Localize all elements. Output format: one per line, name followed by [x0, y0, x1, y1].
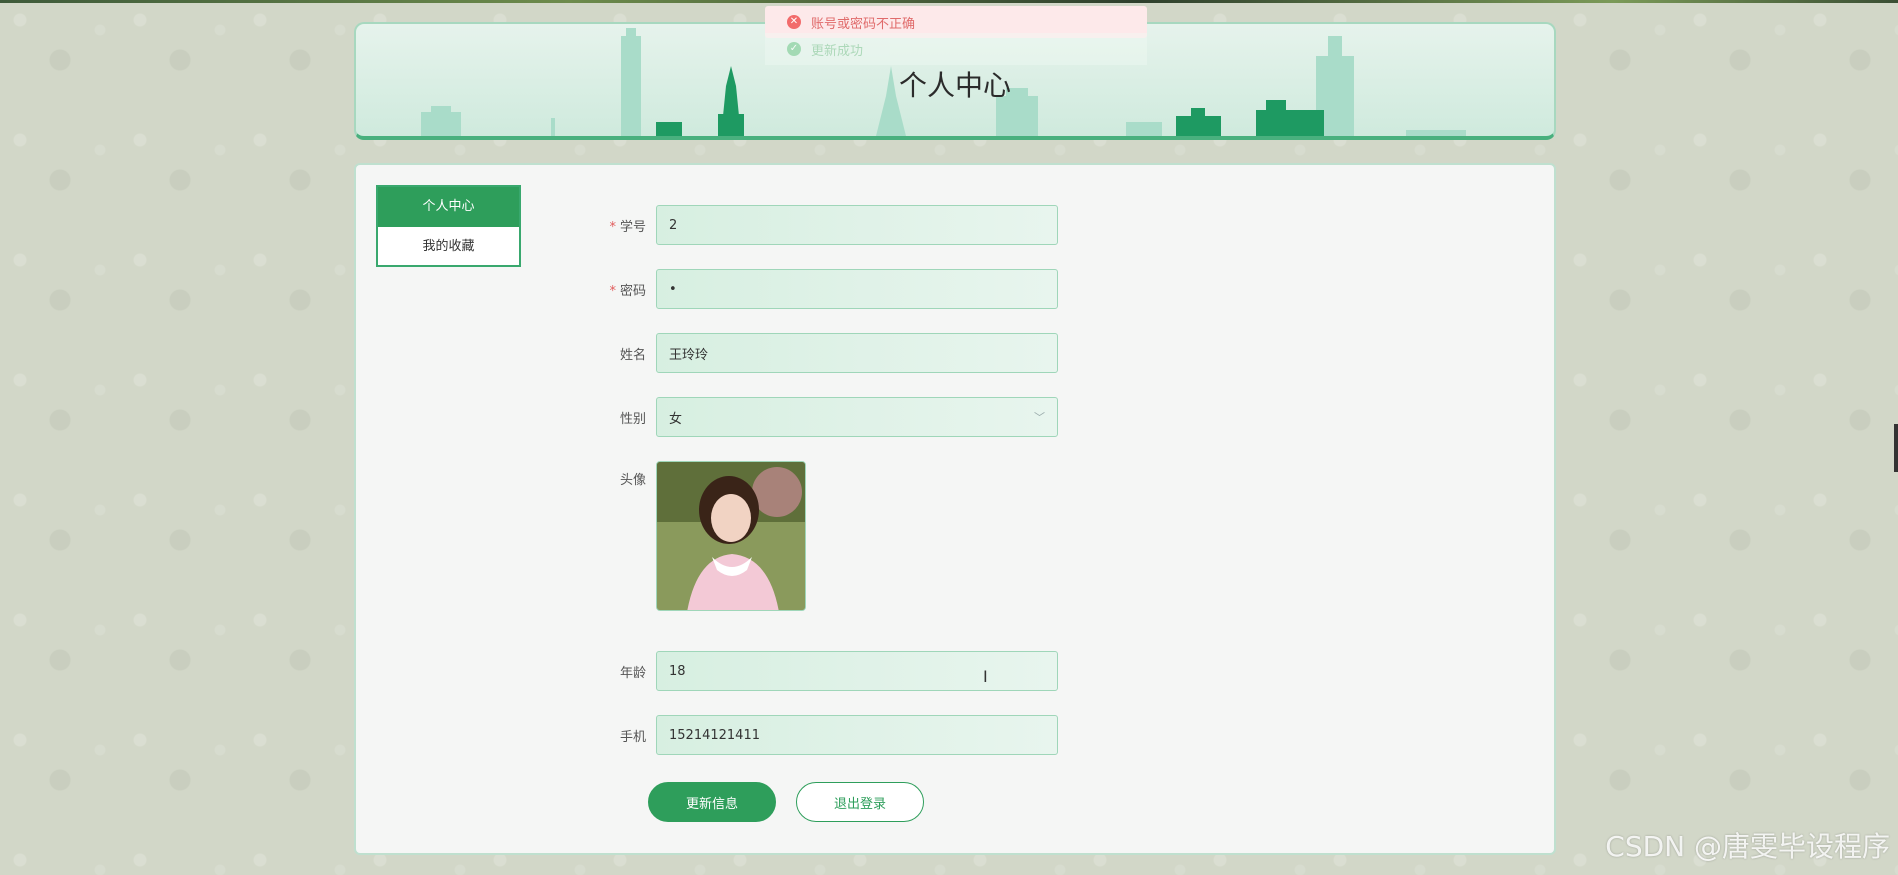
avatar-upload[interactable] — [656, 461, 806, 611]
page-title: 个人中心 — [898, 69, 1011, 102]
avatar-photo — [657, 462, 805, 610]
password-input[interactable] — [656, 269, 1058, 309]
password-label: * 密码 — [609, 283, 646, 299]
required-mark: * — [609, 283, 616, 299]
gender-row: 性别 女 ﹀ — [546, 397, 1058, 437]
phone-row: 手机 — [546, 715, 1058, 755]
gender-selected-value: 女 — [669, 411, 683, 427]
name-label: 姓名 — [619, 347, 646, 363]
menu-item-favorites[interactable]: 我的收藏 — [378, 227, 519, 267]
text-cursor-icon: I — [983, 667, 988, 686]
success-toast-text: 更新成功 — [811, 43, 864, 59]
side-menu: 个人中心 我的收藏 — [376, 185, 521, 267]
age-label: 年龄 — [619, 665, 646, 681]
student-id-label: * 学号 — [609, 219, 646, 235]
top-background-strip — [0, 0, 1898, 3]
chevron-down-icon: ﹀ — [1034, 411, 1045, 424]
menu-item-profile[interactable]: 个人中心 — [378, 187, 519, 227]
form-actions: 更新信息 退出登录 — [648, 782, 944, 822]
phone-input[interactable] — [656, 715, 1058, 755]
check-circle-icon: ✓ — [787, 42, 801, 56]
name-row: 姓名 — [546, 333, 1058, 373]
age-row: 年龄 — [546, 651, 1058, 691]
scrollbar-thumb[interactable] — [1894, 424, 1898, 472]
update-info-button[interactable]: 更新信息 — [648, 782, 776, 822]
watermark: CSDN @唐雯毕设程序 — [1605, 830, 1890, 863]
required-mark: * — [609, 219, 616, 235]
success-toast: ✓ 更新成功 — [765, 33, 1147, 65]
avatar-label: 头像 — [619, 473, 646, 488]
gender-select[interactable]: 女 ﹀ — [656, 397, 1058, 437]
avatar-row: 头像 — [546, 461, 806, 611]
gender-label: 性别 — [619, 411, 646, 427]
student-id-input[interactable] — [656, 205, 1058, 245]
logout-button[interactable]: 退出登录 — [796, 782, 924, 822]
profile-panel: 个人中心 我的收藏 *学号 *密码 姓名 性别 女 ﹀ 头像 — [354, 163, 1556, 855]
error-circle-icon: ✕ — [787, 15, 801, 29]
age-input[interactable] — [656, 651, 1058, 691]
name-input[interactable] — [656, 333, 1058, 373]
phone-label: 手机 — [619, 729, 646, 745]
error-toast-text: 账号或密码不正确 — [811, 16, 916, 32]
password-row: * 密码 — [546, 269, 1058, 309]
student-id-row: * 学号 — [546, 205, 1058, 245]
